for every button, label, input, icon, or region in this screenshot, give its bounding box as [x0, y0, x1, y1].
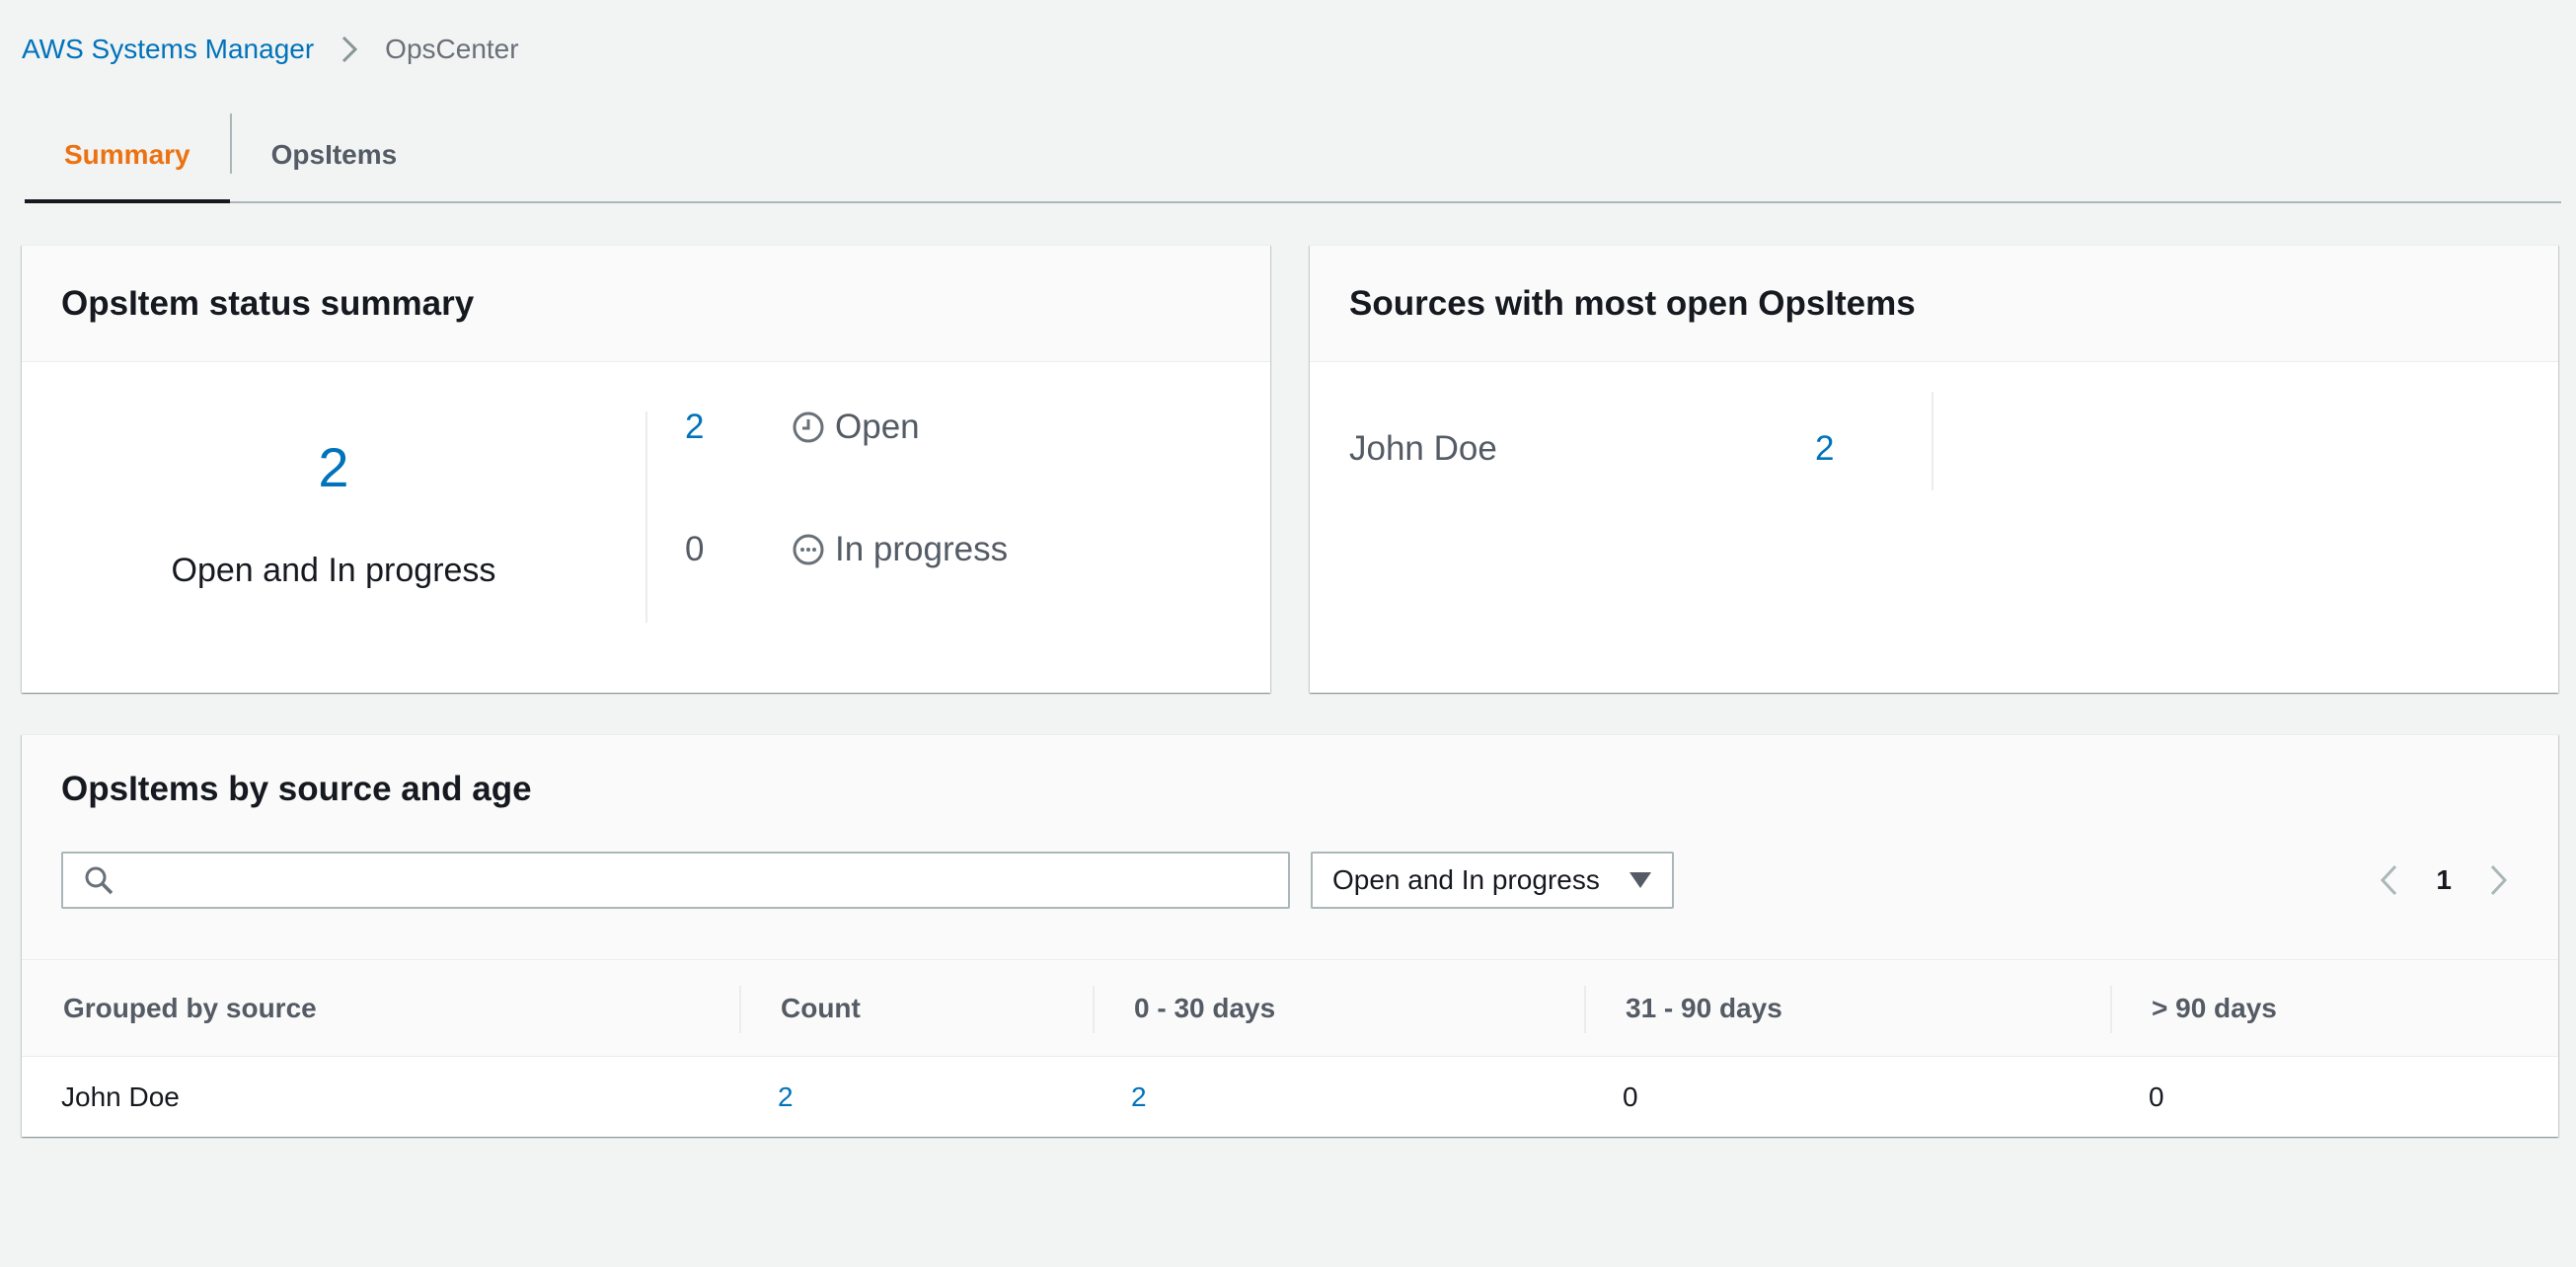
tab-summary[interactable]: Summary	[25, 109, 230, 203]
search-icon	[83, 864, 114, 896]
column-separator	[2110, 986, 2112, 1033]
column-header-0-30-days[interactable]: 0 - 30 days	[1134, 960, 1275, 1057]
chevron-left-icon	[2381, 864, 2397, 896]
status-summary-body: 2 Open and In progress 2 Open 0 In progr…	[22, 362, 1270, 692]
tab-opsitems[interactable]: OpsItems	[232, 109, 437, 201]
in-progress-count: 0	[685, 530, 705, 568]
breadcrumb-link-systems-manager[interactable]: AWS Systems Manager	[22, 34, 314, 65]
source-name: John Doe	[1349, 429, 1497, 468]
sources-title: Sources with most open OpsItems	[1349, 283, 1916, 323]
status-summary-title: OpsItem status summary	[61, 283, 475, 323]
card-header: Sources with most open OpsItems	[1310, 246, 2558, 362]
column-header-31-90-days[interactable]: 31 - 90 days	[1626, 960, 1782, 1057]
status-row-in-progress: 0 In progress	[685, 530, 1008, 569]
tab-bar: Summary OpsItems	[25, 109, 2561, 203]
column-separator	[1584, 986, 1586, 1033]
clock-icon	[792, 410, 825, 444]
status-total: 2 Open and In progress	[22, 362, 645, 692]
card-header: OpsItem status summary	[22, 246, 1270, 362]
age-table-title: OpsItems by source and age	[61, 770, 532, 808]
cell-count-link[interactable]: 2	[778, 1057, 794, 1138]
chevron-right-icon	[340, 35, 359, 64]
previous-page-button[interactable]	[2369, 860, 2408, 900]
column-divider	[1932, 392, 1933, 490]
total-count-label: Open and In progress	[171, 552, 496, 589]
age-table-card: OpsItems by source and age Open and In p…	[22, 734, 2558, 1137]
column-header-source[interactable]: Grouped by source	[63, 960, 317, 1057]
column-header-count[interactable]: Count	[781, 960, 861, 1057]
cell-31-90-days: 0	[1623, 1081, 1638, 1112]
source-count-link[interactable]: 2	[1815, 429, 1834, 469]
in-progress-label: In progress	[835, 530, 1009, 568]
table-row: John Doe 2 2 0 0	[22, 1057, 2558, 1138]
search-input[interactable]	[128, 856, 1288, 905]
column-header-over-90-days[interactable]: > 90 days	[2152, 960, 2277, 1057]
age-table-header: OpsItems by source and age Open and In p…	[22, 735, 2558, 960]
ellipsis-circle-icon	[792, 533, 825, 566]
open-count-link[interactable]: 2	[685, 408, 792, 447]
column-separator	[1093, 986, 1095, 1033]
column-divider	[645, 411, 647, 623]
table-header-row: Grouped by source Count 0 - 30 days 31 -…	[22, 960, 2558, 1057]
total-count-link[interactable]: 2	[22, 435, 645, 499]
cell-source: John Doe	[61, 1081, 180, 1112]
sources-body: John Doe 2	[1310, 362, 2558, 692]
next-page-button[interactable]	[2479, 860, 2519, 900]
current-page-number[interactable]: 1	[2436, 864, 2452, 896]
chevron-right-icon	[2490, 864, 2508, 896]
search-box	[61, 852, 1290, 909]
status-row-open: 2 Open	[685, 408, 920, 447]
cell-over-90-days: 0	[2149, 1081, 2164, 1112]
cell-0-30-days-link[interactable]: 2	[1131, 1057, 1147, 1138]
breadcrumb: AWS Systems Manager OpsCenter	[22, 32, 519, 67]
status-filter-select[interactable]: Open and In progress	[1311, 852, 1674, 909]
pagination: 1	[2369, 852, 2519, 909]
column-separator	[739, 986, 741, 1033]
status-filter-value: Open and In progress	[1332, 864, 1600, 895]
status-summary-card: OpsItem status summary 2 Open and In pro…	[22, 245, 1270, 693]
breadcrumb-current: OpsCenter	[385, 34, 519, 64]
sources-card: Sources with most open OpsItems John Doe…	[1310, 245, 2558, 693]
open-label: Open	[835, 408, 920, 446]
caret-down-icon	[1629, 871, 1652, 889]
